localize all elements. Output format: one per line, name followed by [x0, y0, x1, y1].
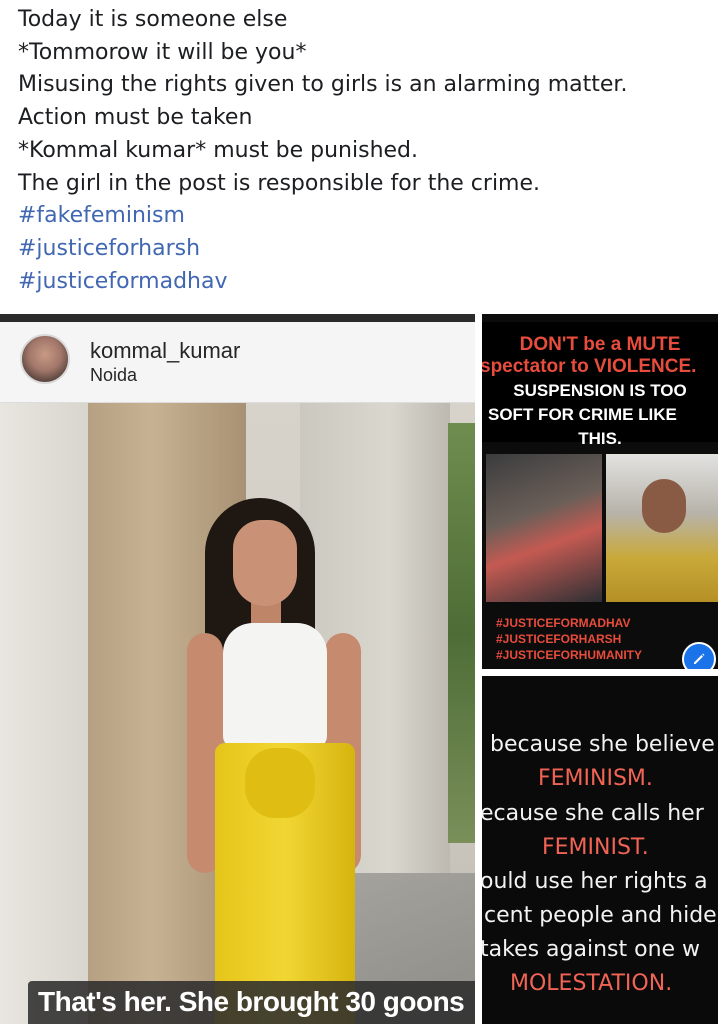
poster-line: SOFT FOR CRIME LIKE [488, 405, 677, 424]
text-line: FEMINISM. [538, 766, 653, 791]
hashtag-fakefeminism[interactable]: #fakefeminism [18, 200, 708, 233]
person-head [642, 479, 686, 533]
poster-line: SUSPENSION IS TOO [513, 381, 687, 400]
wall [0, 403, 90, 1024]
text-line: ould use her rights a [482, 869, 708, 894]
text-line: cent people and hide [484, 903, 717, 928]
post-text: Today it is someone else *Tommorow it wi… [18, 4, 708, 298]
hashtag-justiceforharsh[interactable]: #justiceforharsh [18, 233, 708, 266]
instagram-photo [0, 403, 475, 1024]
face [233, 520, 297, 606]
text-line: because she believe [490, 732, 715, 757]
photo-tile-text[interactable]: because she believe FEMINISM. ecause she… [482, 676, 718, 1024]
pencil-icon [694, 653, 705, 664]
profile-location: Noida [90, 365, 138, 385]
post-line: *Kommal kumar* must be punished. [18, 137, 419, 163]
text-line: ecause she calls her [482, 801, 704, 826]
post-line: *Tommorow it will be you* [18, 39, 307, 65]
status-bar [0, 314, 475, 322]
white-top [223, 623, 327, 748]
belt-bow [245, 748, 315, 818]
plants [448, 423, 475, 843]
photo-caption: That's her. She brought 30 goons [38, 986, 465, 1017]
poster-hashtag: #JUSTICEFORHUMANITY [496, 648, 643, 662]
text-line: FEMINIST. [542, 835, 649, 860]
poster-header: DON'T be a MUTE spectator to VIOLENCE. S… [482, 322, 718, 448]
photo-grid: kommal_kumar Noida That's her. She broug… [0, 314, 718, 1024]
poster-line: THIS. [578, 429, 622, 448]
edit-button[interactable] [682, 642, 716, 669]
person-figure [185, 498, 385, 1024]
post-line: The girl in the post is responsible for … [18, 170, 541, 196]
photo-tile-instagram[interactable]: kommal_kumar Noida That's her. She broug… [0, 314, 475, 1024]
instagram-header: kommal_kumar Noida [0, 322, 475, 403]
post-line: Today it is someone else [18, 7, 288, 32]
text-line: MOLESTATION. [510, 971, 673, 996]
photo-tile-poster[interactable]: DON'T be a MUTE spectator to VIOLENCE. S… [482, 314, 718, 669]
poster-hashtag: #JUSTICEFORHARSH [496, 632, 622, 646]
poster-line: DON'T be a MUTE [519, 334, 681, 355]
avatar [20, 334, 70, 384]
post-line: Action must be taken [18, 105, 253, 131]
poster-photo [486, 454, 602, 602]
poster-hashtag: #JUSTICEFORMADHAV [496, 616, 631, 630]
poster-line: spectator to VIOLENCE. [482, 356, 697, 377]
post-line: Misusing the rights given to girls is an… [18, 72, 628, 98]
text-line: takes against one w [482, 937, 701, 962]
profile-username: kommal_kumar [90, 338, 241, 363]
hashtag-justiceformadhav[interactable]: #justiceformadhav [18, 266, 708, 299]
